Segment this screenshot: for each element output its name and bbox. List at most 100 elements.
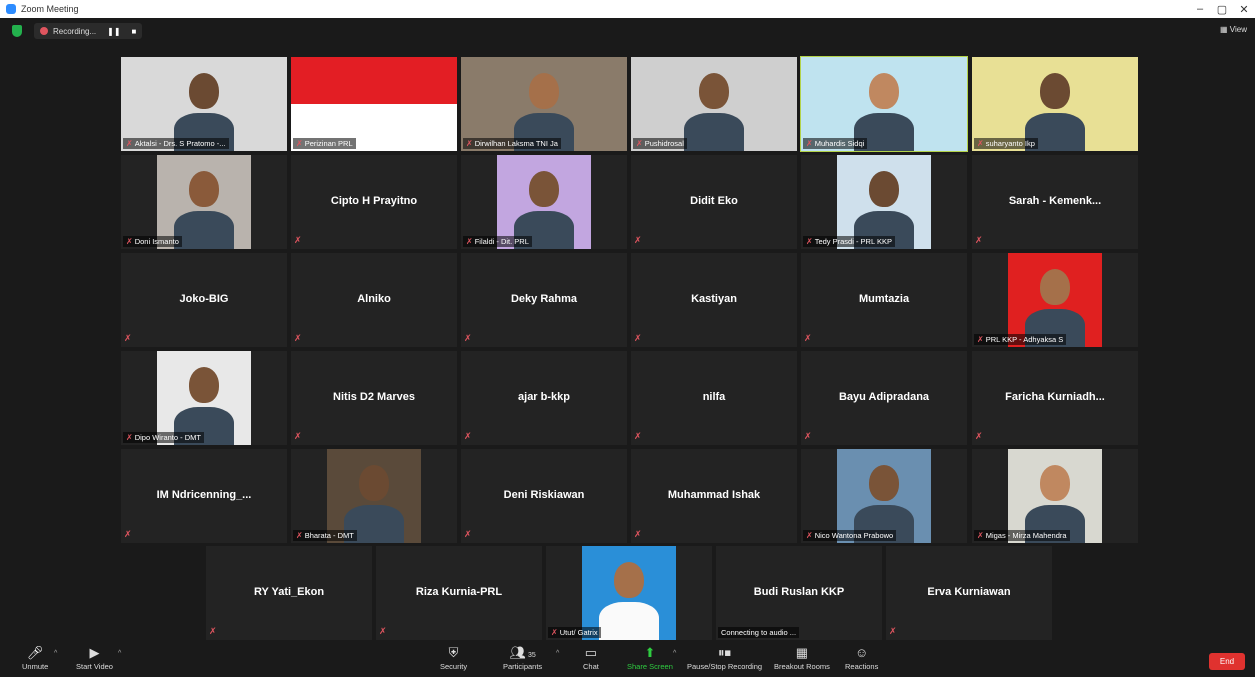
participant-name: RY Yati_Ekon [253, 586, 325, 598]
participant-name: Cipto H Prayitno [330, 195, 418, 207]
audio-options-chevron-icon[interactable]: ^ [54, 650, 57, 657]
participant-name: Kastiyan [691, 293, 737, 305]
participant-tile[interactable]: ✗ PRL KKP - Adhyaksa S [972, 253, 1138, 347]
end-meeting-button[interactable]: End [1209, 653, 1245, 670]
participant-tile[interactable]: ✗ Muhardis Sidqi [800, 56, 968, 152]
participant-tile[interactable]: Muhammad Ishak ✗ [631, 449, 797, 543]
participant-tile[interactable]: ✗ Perizinan PRL [291, 57, 457, 151]
pause-stop-recording-button[interactable]: ⏸⏹ Pause/Stop Recording [687, 644, 762, 671]
participant-tile[interactable]: Faricha Kurniadh... ✗ [972, 351, 1138, 445]
participant-tile[interactable]: ✗ Migas - Mirza Mahendra [972, 449, 1138, 543]
participants-chevron-icon[interactable]: ^ [556, 650, 559, 657]
person-head [869, 465, 899, 501]
video-options-chevron-icon[interactable]: ^ [118, 650, 121, 657]
participant-tile[interactable]: Budi Ruslan KKP Connecting to audio ... [716, 546, 882, 640]
participant-tile[interactable]: ✗ suharyanto Ikp [972, 57, 1138, 151]
participant-tile[interactable]: Sarah - Kemenk... ✗ [972, 155, 1138, 249]
participant-name: Sarah - Kemenk... [1008, 195, 1102, 207]
participant-tile[interactable]: Alniko ✗ [291, 253, 457, 347]
encryption-shield-icon[interactable] [12, 25, 22, 37]
participant-video [631, 57, 797, 151]
breakout-rooms-icon: ▦ [795, 645, 809, 660]
chat-button[interactable]: ▭ Chat [583, 644, 599, 671]
breakout-rooms-button[interactable]: ▦ Breakout Rooms [774, 644, 830, 671]
participant-tile[interactable]: ✗ Filaldi - Dit. PRL [461, 155, 627, 249]
participant-tile[interactable]: Didit Eko ✗ [631, 155, 797, 249]
restore-button[interactable]: ▢ [1211, 0, 1233, 18]
muted-mic-icon: ✗ [634, 431, 642, 441]
participants-button[interactable]: 👥︎ 35 Participants [503, 644, 542, 671]
participant-name: Pushidrosal [644, 139, 684, 148]
participants-icon: 👥︎ 35 [509, 645, 536, 660]
security-button[interactable]: ⛨ Security [440, 644, 467, 671]
participant-tile[interactable]: ✗ Tedy Prasdi - PRL KKP [801, 155, 967, 249]
view-button[interactable]: ▦ View [1220, 25, 1247, 34]
participant-tile[interactable]: RY Yati_Ekon ✗ [206, 546, 372, 640]
person-head [1040, 465, 1070, 501]
chat-icon: ▭ [584, 645, 598, 660]
participant-name-caption: ✗ Muhardis Sidqi [803, 138, 868, 149]
participant-tile[interactable]: nilfa ✗ [631, 351, 797, 445]
muted-mic-icon: ✗ [466, 237, 473, 246]
participant-tile[interactable]: Deky Rahma ✗ [461, 253, 627, 347]
participant-tile[interactable]: ✗ Doni Ismanto [121, 155, 287, 249]
participant-tile[interactable]: ✗ Utut/ Gatrix [546, 546, 712, 640]
participant-tile[interactable]: ✗ Dipo Wiranto - DMT [121, 351, 287, 445]
close-button[interactable]: ✕ [1233, 0, 1255, 18]
participant-tile[interactable]: Nitis D2 Marves ✗ [291, 351, 457, 445]
participant-tile[interactable]: Bayu Adipradana ✗ [801, 351, 967, 445]
participant-name-caption: ✗ Pushidrosal [633, 138, 687, 149]
participant-tile[interactable]: Joko-BIG ✗ [121, 253, 287, 347]
person-head [529, 73, 559, 109]
participants-label: Participants [503, 662, 543, 671]
participant-video [157, 351, 251, 445]
participant-tile[interactable]: ✗ Pushidrosal [631, 57, 797, 151]
participant-name: Muhammad Ishak [667, 489, 761, 501]
participant-tile[interactable]: Riza Kurnia-PRL ✗ [376, 546, 542, 640]
person-head [359, 465, 389, 501]
person-body [684, 113, 744, 151]
reactions-button[interactable]: ☺ Reactions [845, 644, 878, 671]
muted-mic-icon: ✗ [124, 333, 132, 343]
unmute-button[interactable]: 🎤︎ Unmute [22, 644, 48, 671]
participant-video [497, 155, 591, 249]
participant-tile[interactable]: ✗ Dirwilhan Laksma TNI Ja [461, 57, 627, 151]
participant-name: Deni Riskiawan [503, 489, 585, 501]
pause-recording-icon[interactable]: ❚❚ [107, 27, 120, 36]
participant-tile[interactable]: Deni Riskiawan ✗ [461, 449, 627, 543]
participant-tile[interactable]: Mumtazia ✗ [801, 253, 967, 347]
share-chevron-icon[interactable]: ^ [673, 650, 676, 657]
start-video-button[interactable]: ▶︎ Start Video [76, 644, 113, 671]
participant-tile[interactable]: Kastiyan ✗ [631, 253, 797, 347]
participant-name: Riza Kurnia-PRL [415, 586, 503, 598]
participant-tile[interactable]: IM Ndricenning_... ✗ [121, 449, 287, 543]
participant-video [837, 449, 931, 543]
person-head [529, 171, 559, 207]
muted-mic-icon: ✗ [126, 139, 133, 148]
participant-tile[interactable]: ✗ Aktalsi - Drs. S Pratomo -... [121, 57, 287, 151]
participant-tile[interactable]: ✗ Nico Wantona Prabowo [801, 449, 967, 543]
participant-tile[interactable]: ✗ Bharata - DMT [291, 449, 457, 543]
participant-tile[interactable]: Erva Kurniawan ✗ [886, 546, 1052, 640]
muted-mic-icon: ✗ [294, 431, 302, 441]
person-head [869, 73, 899, 109]
participant-name: Nitis D2 Marves [333, 391, 415, 403]
start-video-label: Start Video [76, 662, 113, 671]
person-head [189, 171, 219, 207]
share-screen-button[interactable]: ⬆ Share Screen [627, 644, 673, 671]
participant-video [1008, 253, 1102, 347]
minimize-button[interactable]: – [1189, 0, 1211, 18]
participant-name: Perizinan PRL [304, 139, 353, 148]
stop-recording-icon[interactable]: ■ [132, 27, 137, 36]
muted-mic-icon: ✗ [296, 139, 303, 148]
participant-video [157, 155, 251, 249]
participant-name-caption: ✗ Perizinan PRL [293, 138, 356, 149]
participant-name-caption: ✗ suharyanto Ikp [974, 138, 1038, 149]
participant-name: Muhardis Sidqi [814, 139, 865, 148]
participant-tile[interactable]: Cipto H Prayitno ✗ [291, 155, 457, 249]
participant-tile[interactable]: ajar b-kkp ✗ [461, 351, 627, 445]
muted-mic-icon: ✗ [804, 431, 812, 441]
meeting-top-bar: Recording... ❚❚ ■ ▦ View [0, 18, 1255, 44]
security-label: Security [440, 662, 468, 671]
participant-name-caption: ✗ Bharata - DMT [293, 530, 357, 541]
